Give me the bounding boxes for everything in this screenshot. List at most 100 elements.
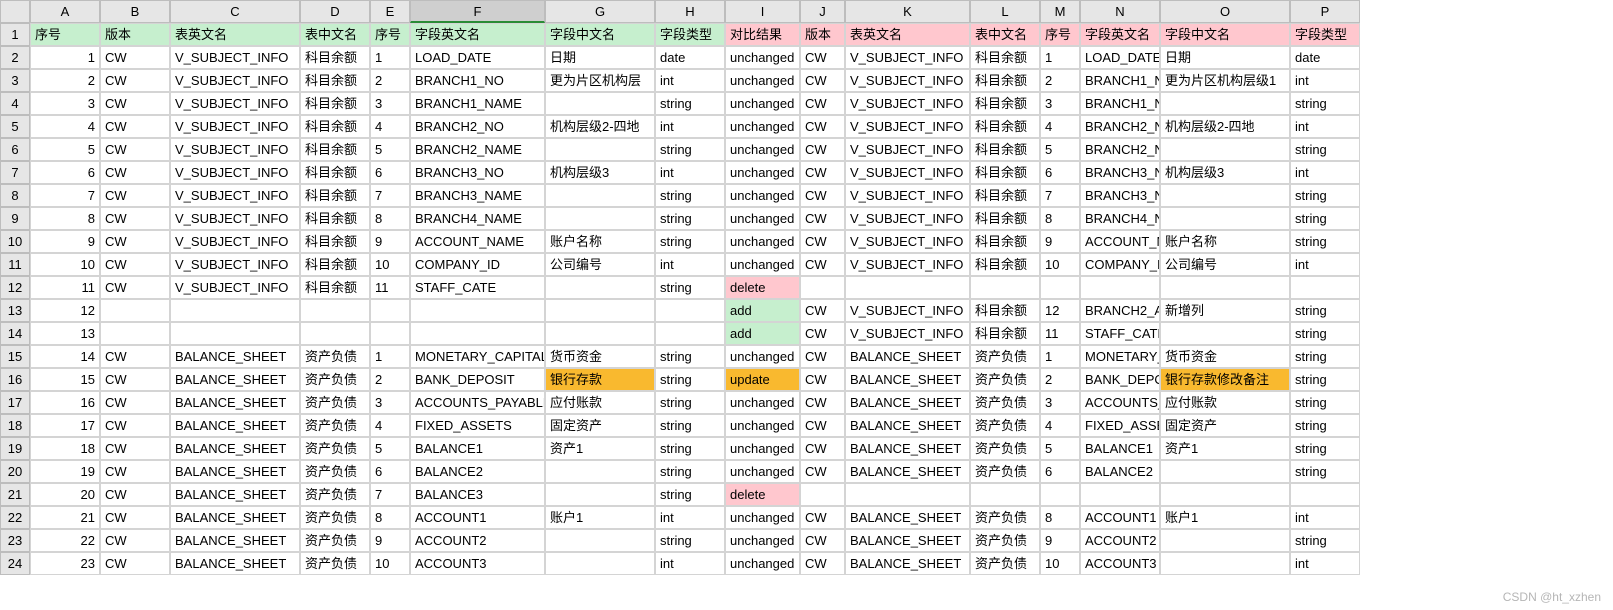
cell-N18[interactable]: FIXED_ASSETS: [1080, 414, 1160, 437]
col-header-I[interactable]: I: [725, 0, 800, 23]
col-header-H[interactable]: H: [655, 0, 725, 23]
cell-G11[interactable]: 公司编号: [545, 253, 655, 276]
cell-B10[interactable]: CW: [100, 230, 170, 253]
cell-K15[interactable]: BALANCE_SHEET: [845, 345, 970, 368]
cell-D2[interactable]: 科目余额: [300, 46, 370, 69]
cell-O18[interactable]: 固定资产: [1160, 414, 1290, 437]
cell-E8[interactable]: 7: [370, 184, 410, 207]
cell-C16[interactable]: BALANCE_SHEET: [170, 368, 300, 391]
cell-N20[interactable]: BALANCE2: [1080, 460, 1160, 483]
cell-D19[interactable]: 资产负债: [300, 437, 370, 460]
cell-H6[interactable]: string: [655, 138, 725, 161]
cell-I12[interactable]: delete: [725, 276, 800, 299]
cell-N5[interactable]: BRANCH2_NO: [1080, 115, 1160, 138]
cell-L11[interactable]: 科目余额: [970, 253, 1040, 276]
cell-O11[interactable]: 公司编号: [1160, 253, 1290, 276]
cell-C7[interactable]: V_SUBJECT_INFO: [170, 161, 300, 184]
cell-B3[interactable]: CW: [100, 69, 170, 92]
cell-F8[interactable]: BRANCH3_NAME: [410, 184, 545, 207]
cell-L5[interactable]: 科目余额: [970, 115, 1040, 138]
cell-B23[interactable]: CW: [100, 529, 170, 552]
cell-F5[interactable]: BRANCH2_NO: [410, 115, 545, 138]
cell-H9[interactable]: string: [655, 207, 725, 230]
cell-F19[interactable]: BALANCE1: [410, 437, 545, 460]
cell-O14[interactable]: [1160, 322, 1290, 345]
cell-K22[interactable]: BALANCE_SHEET: [845, 506, 970, 529]
cell-D16[interactable]: 资产负债: [300, 368, 370, 391]
col-header-E[interactable]: E: [370, 0, 410, 23]
cell-G12[interactable]: [545, 276, 655, 299]
cell-I21[interactable]: delete: [725, 483, 800, 506]
row-header-17[interactable]: 17: [0, 391, 30, 414]
cell-F17[interactable]: ACCOUNTS_PAYABLE: [410, 391, 545, 414]
cell-C9[interactable]: V_SUBJECT_INFO: [170, 207, 300, 230]
cell-K17[interactable]: BALANCE_SHEET: [845, 391, 970, 414]
row-header-15[interactable]: 15: [0, 345, 30, 368]
cell-O6[interactable]: [1160, 138, 1290, 161]
cell-K6[interactable]: V_SUBJECT_INFO: [845, 138, 970, 161]
cell-P9[interactable]: string: [1290, 207, 1360, 230]
cell-P20[interactable]: string: [1290, 460, 1360, 483]
cell-A6[interactable]: 5: [30, 138, 100, 161]
cell-G2[interactable]: 日期: [545, 46, 655, 69]
cell-P11[interactable]: int: [1290, 253, 1360, 276]
cell-F6[interactable]: BRANCH2_NAME: [410, 138, 545, 161]
cell-B21[interactable]: CW: [100, 483, 170, 506]
header-cell-N[interactable]: 字段英文名: [1080, 23, 1160, 46]
cell-I3[interactable]: unchanged: [725, 69, 800, 92]
cell-I7[interactable]: unchanged: [725, 161, 800, 184]
cell-E10[interactable]: 9: [370, 230, 410, 253]
cell-L6[interactable]: 科目余额: [970, 138, 1040, 161]
cell-A16[interactable]: 15: [30, 368, 100, 391]
cell-L8[interactable]: 科目余额: [970, 184, 1040, 207]
cell-L9[interactable]: 科目余额: [970, 207, 1040, 230]
cell-P6[interactable]: string: [1290, 138, 1360, 161]
cell-F23[interactable]: ACCOUNT2: [410, 529, 545, 552]
cell-A3[interactable]: 2: [30, 69, 100, 92]
cell-E22[interactable]: 8: [370, 506, 410, 529]
cell-J20[interactable]: CW: [800, 460, 845, 483]
cell-K18[interactable]: BALANCE_SHEET: [845, 414, 970, 437]
cell-B19[interactable]: CW: [100, 437, 170, 460]
cell-F3[interactable]: BRANCH1_NO: [410, 69, 545, 92]
cell-K13[interactable]: V_SUBJECT_INFO: [845, 299, 970, 322]
cell-J2[interactable]: CW: [800, 46, 845, 69]
cell-D15[interactable]: 资产负债: [300, 345, 370, 368]
cell-E14[interactable]: [370, 322, 410, 345]
header-cell-H[interactable]: 字段类型: [655, 23, 725, 46]
cell-N23[interactable]: ACCOUNT2: [1080, 529, 1160, 552]
row-header-3[interactable]: 3: [0, 69, 30, 92]
cell-B11[interactable]: CW: [100, 253, 170, 276]
cell-K21[interactable]: [845, 483, 970, 506]
header-cell-J[interactable]: 版本: [800, 23, 845, 46]
cell-I24[interactable]: unchanged: [725, 552, 800, 575]
cell-D6[interactable]: 科目余额: [300, 138, 370, 161]
cell-C18[interactable]: BALANCE_SHEET: [170, 414, 300, 437]
col-header-F[interactable]: F: [410, 0, 545, 23]
cell-K24[interactable]: BALANCE_SHEET: [845, 552, 970, 575]
cell-M4[interactable]: 3: [1040, 92, 1080, 115]
cell-E19[interactable]: 5: [370, 437, 410, 460]
cell-B12[interactable]: CW: [100, 276, 170, 299]
cell-J22[interactable]: CW: [800, 506, 845, 529]
cell-C17[interactable]: BALANCE_SHEET: [170, 391, 300, 414]
cell-C12[interactable]: V_SUBJECT_INFO: [170, 276, 300, 299]
cell-H7[interactable]: int: [655, 161, 725, 184]
cell-O5[interactable]: 机构层级2-四地: [1160, 115, 1290, 138]
cell-C3[interactable]: V_SUBJECT_INFO: [170, 69, 300, 92]
cell-F4[interactable]: BRANCH1_NAME: [410, 92, 545, 115]
cell-G8[interactable]: [545, 184, 655, 207]
cell-F20[interactable]: BALANCE2: [410, 460, 545, 483]
cell-M24[interactable]: 10: [1040, 552, 1080, 575]
cell-L14[interactable]: 科目余额: [970, 322, 1040, 345]
cell-A19[interactable]: 18: [30, 437, 100, 460]
cell-F15[interactable]: MONETARY_CAPITAL: [410, 345, 545, 368]
cell-E17[interactable]: 3: [370, 391, 410, 414]
cell-H22[interactable]: int: [655, 506, 725, 529]
cell-O16[interactable]: 银行存款修改备注: [1160, 368, 1290, 391]
cell-D22[interactable]: 资产负债: [300, 506, 370, 529]
cell-G9[interactable]: [545, 207, 655, 230]
cell-K8[interactable]: V_SUBJECT_INFO: [845, 184, 970, 207]
header-cell-A[interactable]: 序号: [30, 23, 100, 46]
cell-L15[interactable]: 资产负债: [970, 345, 1040, 368]
